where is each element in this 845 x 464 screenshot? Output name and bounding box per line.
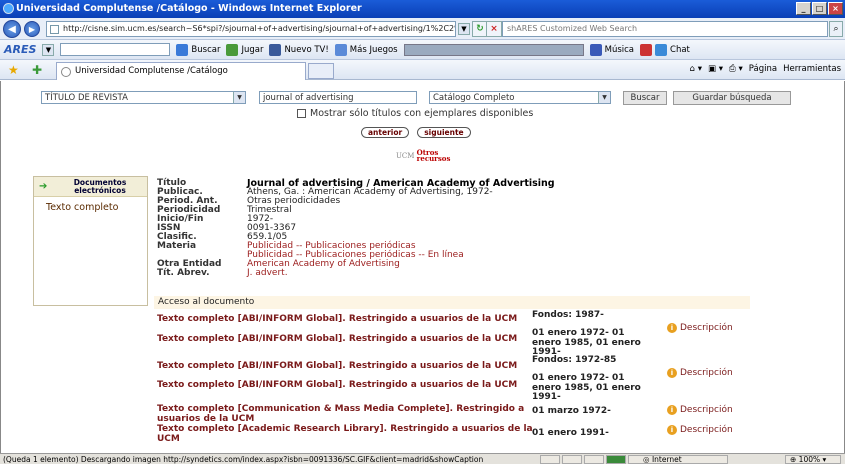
save-search-button[interactable]: Guardar búsqueda bbox=[673, 91, 791, 105]
ie-logo-icon bbox=[3, 3, 14, 14]
description-link[interactable]: i Descripción bbox=[667, 323, 733, 333]
zoom-control[interactable]: ⊕ 100% ▾ bbox=[785, 455, 841, 464]
navigation-bar: ◀ ▶ http://cisne.sim.ucm.es/search~S6*sp… bbox=[0, 18, 845, 40]
otros-recursos-link[interactable]: UCM Otros recursos bbox=[396, 149, 450, 162]
games-icon bbox=[226, 43, 239, 56]
holdings-text: 01 enero 1972- 01 enero 1985, 01 enero 1… bbox=[532, 328, 641, 357]
tab-title: Universidad Complutense /Catálogo bbox=[75, 66, 228, 76]
tv-icon bbox=[269, 43, 282, 56]
description-link[interactable]: i Descripción bbox=[667, 405, 733, 415]
music-icon bbox=[589, 43, 602, 56]
minimize-button[interactable]: _ bbox=[796, 2, 811, 15]
address-dropdown-button[interactable]: ▼ bbox=[458, 23, 470, 35]
available-only-label: Mostrar sólo títulos con ejemplares disp… bbox=[310, 108, 534, 119]
security-icon bbox=[606, 455, 626, 464]
full-text-link[interactable]: Texto completo bbox=[34, 197, 147, 213]
back-button[interactable]: ◀ bbox=[3, 20, 21, 38]
holdings-text: 01 enero 1991- bbox=[532, 428, 609, 438]
toolbar-tv-button[interactable]: Nuevo TV! bbox=[269, 43, 329, 56]
electronic-documents-panel: ➔ Documentos electrónicos Texto completo bbox=[33, 176, 148, 306]
stop-icon[interactable]: × bbox=[486, 21, 502, 37]
full-text-link[interactable]: Texto completo [Academic Research Librar… bbox=[157, 424, 537, 444]
field-key: Tít. Abrev. bbox=[157, 268, 210, 278]
chevron-down-icon: ▼ bbox=[233, 92, 245, 103]
page-menu[interactable]: Página bbox=[749, 64, 777, 74]
youtube-icon bbox=[640, 43, 653, 56]
zoom-icon: ⊕ bbox=[790, 455, 799, 464]
browser-tab[interactable]: Universidad Complutense /Catálogo bbox=[56, 62, 306, 80]
search-field-select[interactable]: TÍTULO DE REVISTA ▼ bbox=[41, 91, 246, 104]
available-only-checkbox[interactable] bbox=[297, 109, 306, 118]
holdings-text: 01 enero 1972- 01 enero 1985, 01 enero 1… bbox=[532, 373, 641, 402]
maximize-button[interactable]: □ bbox=[812, 2, 827, 15]
ares-menu-dropdown[interactable]: ▼ bbox=[42, 43, 55, 56]
holdings-text: Fondos: 1987- bbox=[532, 310, 604, 320]
chevron-down-icon: ▼ bbox=[598, 92, 610, 103]
toolbar-chat-button[interactable]: Chat bbox=[640, 43, 690, 56]
tools-menu[interactable]: Herramientas bbox=[783, 64, 841, 74]
toolbar-jugar-button[interactable]: Jugar bbox=[226, 43, 263, 56]
buscar-button[interactable]: Buscar bbox=[623, 91, 667, 105]
favorites-bar: ★ ✚ Universidad Complutense /Catálogo ⌂ … bbox=[0, 60, 845, 80]
favorites-star-icon[interactable]: ★ bbox=[8, 63, 19, 77]
globe-icon: ◎ bbox=[643, 455, 652, 464]
toolbar-buscar-button[interactable]: Buscar bbox=[176, 43, 220, 56]
toolbar-search-input[interactable] bbox=[60, 43, 171, 56]
available-only-option: Mostrar sólo títulos con ejemplares disp… bbox=[297, 108, 533, 119]
close-button[interactable]: × bbox=[828, 2, 843, 15]
address-bar[interactable]: http://cisne.sim.ucm.es/search~S6*spi?/s… bbox=[46, 21, 456, 37]
ares-logo: ARES bbox=[4, 43, 37, 56]
description-link[interactable]: i Descripción bbox=[667, 425, 733, 435]
full-text-link[interactable]: Texto completo [ABI/INFORM Global]. Rest… bbox=[157, 334, 537, 345]
holdings-text: 01 marzo 1972- bbox=[532, 406, 611, 416]
info-icon: i bbox=[667, 405, 677, 415]
info-icon: i bbox=[667, 368, 677, 378]
status-text: (Queda 1 elemento) Descargando imagen ht… bbox=[3, 455, 484, 464]
games-icon bbox=[334, 43, 347, 56]
full-text-link[interactable]: Texto completo [ABI/INFORM Global]. Rest… bbox=[157, 314, 537, 325]
new-tab-button[interactable] bbox=[308, 63, 334, 79]
chat-icon bbox=[655, 43, 668, 56]
search-query-input[interactable]: journal of advertising bbox=[259, 91, 417, 104]
zone-indicator: ◎ Internet bbox=[628, 455, 728, 464]
holdings-text: Fondos: 1972-85 bbox=[532, 355, 617, 365]
command-bar: ⌂ ▾ ▣ ▾ ⎙ ▾ Página Herramientas bbox=[690, 64, 841, 74]
address-url: http://cisne.sim.ucm.es/search~S6*spi?/s… bbox=[63, 24, 455, 33]
page-icon bbox=[50, 25, 59, 34]
electronic-documents-header: ➔ Documentos electrónicos bbox=[34, 177, 147, 197]
search-icon bbox=[176, 43, 189, 56]
next-button[interactable]: siguiente bbox=[417, 127, 471, 138]
result-pager: anterior siguiente bbox=[361, 127, 471, 138]
window-controls: _ □ × bbox=[796, 2, 843, 15]
description-link[interactable]: i Descripción bbox=[667, 368, 733, 378]
arrow-right-icon: ➔ bbox=[39, 181, 48, 192]
toolbar-more-games-button[interactable]: Más Juegos bbox=[334, 43, 398, 56]
web-search-input[interactable]: shARES Customized Web Search bbox=[502, 21, 828, 37]
toolbar-music-button[interactable]: Música bbox=[589, 43, 634, 56]
print-icon[interactable]: ⎙ ▾ bbox=[729, 64, 743, 74]
media-player-control[interactable] bbox=[403, 43, 584, 56]
previous-button[interactable]: anterior bbox=[361, 127, 410, 138]
home-icon[interactable]: ⌂ ▾ bbox=[690, 64, 702, 74]
field-key: Materia bbox=[157, 241, 197, 251]
feeds-icon[interactable]: ▣ ▾ bbox=[708, 64, 723, 74]
full-text-link[interactable]: Texto completo [Communication & Mass Med… bbox=[157, 404, 537, 424]
ares-toolbar: ARES ▼ Buscar Jugar Nuevo TV! Más Juegos… bbox=[0, 40, 845, 60]
document-access-heading: Acceso al documento bbox=[154, 296, 750, 309]
forward-button[interactable]: ▶ bbox=[24, 21, 40, 37]
page-content: TÍTULO DE REVISTA ▼ journal of advertisi… bbox=[0, 81, 845, 453]
search-icon[interactable]: ⌕ bbox=[829, 21, 843, 37]
info-icon: i bbox=[667, 425, 677, 435]
window-title-bar: Universidad Complutense /Catálogo - Wind… bbox=[0, 0, 845, 18]
add-favorites-icon[interactable]: ✚ bbox=[32, 63, 42, 77]
tab-page-icon bbox=[61, 67, 71, 77]
full-text-link[interactable]: Texto completo [ABI/INFORM Global]. Rest… bbox=[157, 380, 537, 391]
info-icon: i bbox=[667, 323, 677, 333]
field-value[interactable]: J. advert. bbox=[247, 268, 288, 278]
search-scope-select[interactable]: Catálogo Completo ▼ bbox=[429, 91, 611, 104]
status-bar: (Queda 1 elemento) Descargando imagen ht… bbox=[0, 453, 845, 464]
window-title: Universidad Complutense /Catálogo - Wind… bbox=[16, 3, 362, 14]
full-text-link[interactable]: Texto completo [ABI/INFORM Global]. Rest… bbox=[157, 361, 537, 372]
